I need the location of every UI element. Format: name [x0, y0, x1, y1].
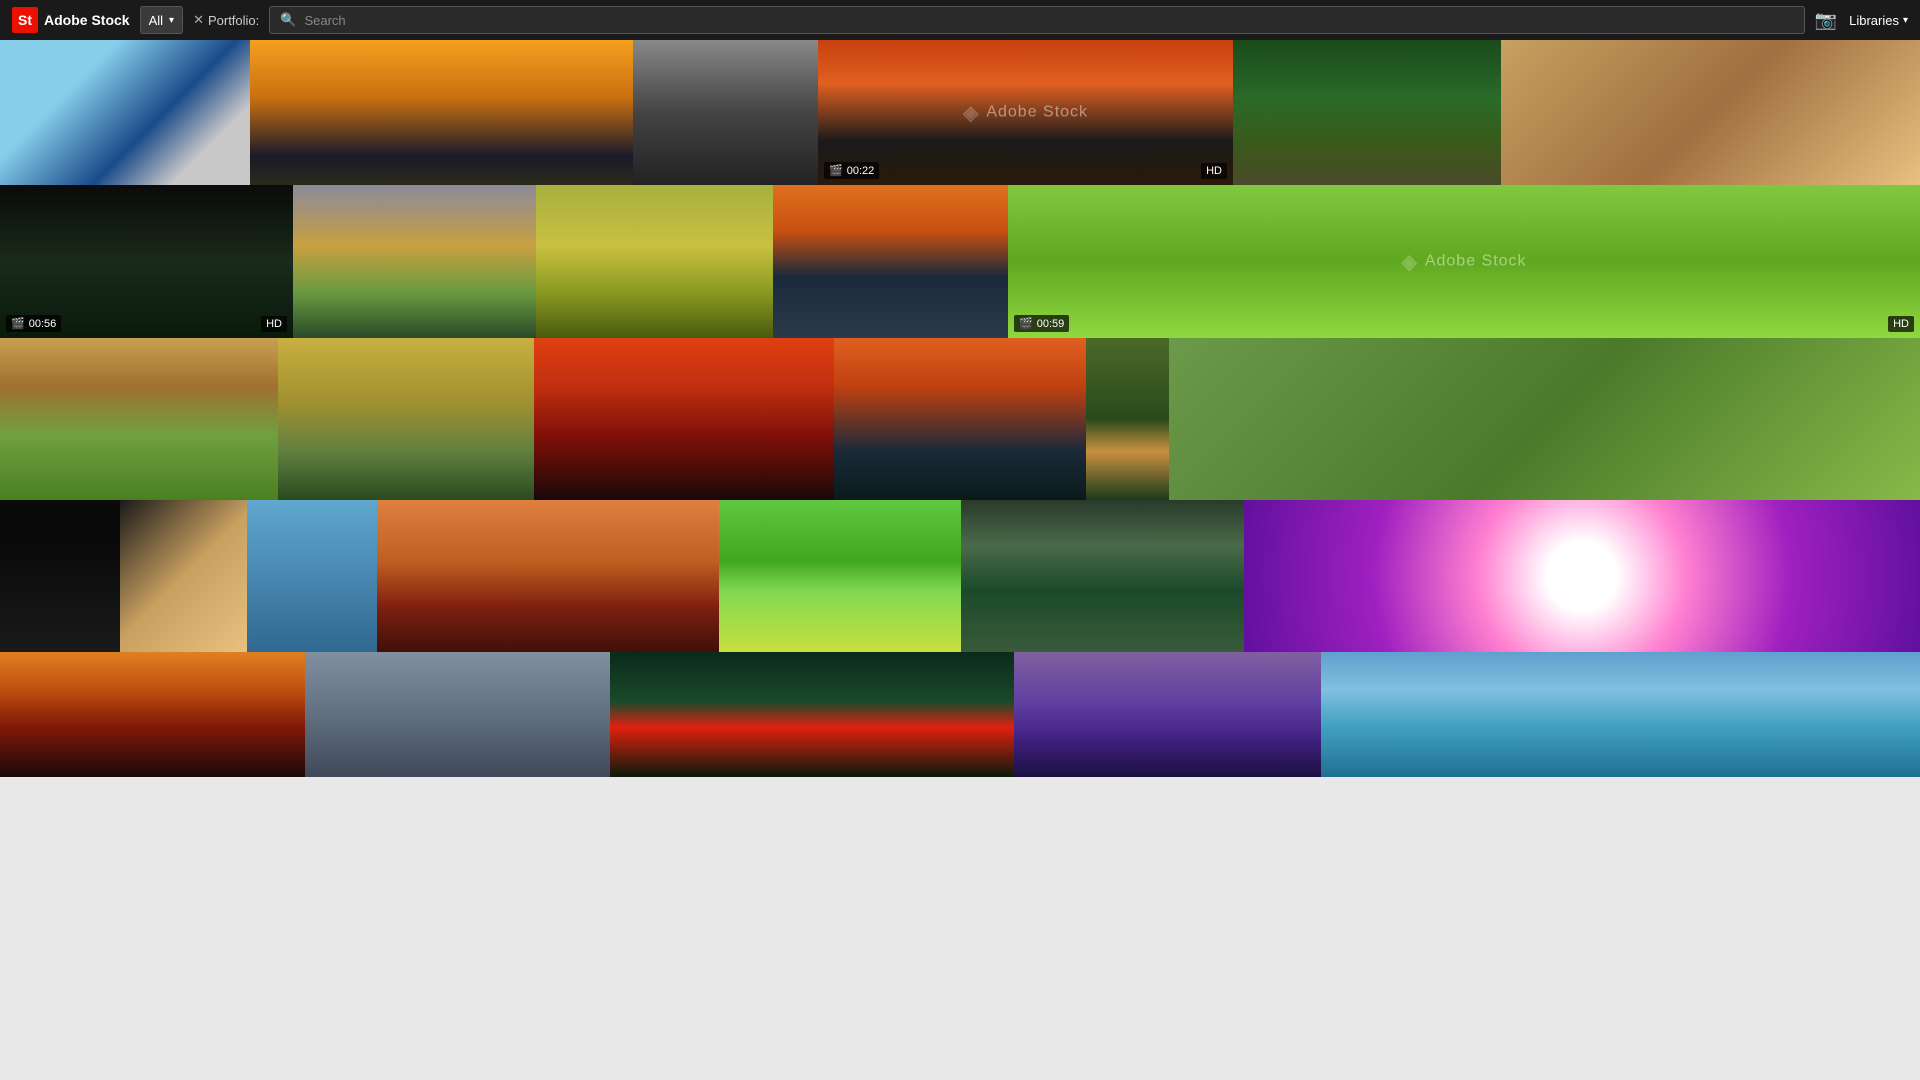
grid-cell-waterfall[interactable] — [961, 500, 1244, 652]
grid-cell-fire-sky[interactable]: ◈Adobe Stock 🎬 00:22 HD — [818, 40, 1233, 185]
libraries-label: Libraries — [1849, 13, 1899, 28]
search-input[interactable] — [304, 13, 1793, 28]
video-time: 00:22 — [847, 165, 875, 177]
grid-row-4 — [0, 652, 1920, 777]
hd-badge: HD — [1201, 163, 1227, 179]
grid-row-2 — [0, 338, 1920, 500]
grid-cell-horse[interactable] — [0, 338, 278, 500]
grid-cell-sunset-water[interactable] — [773, 185, 1008, 338]
adobe-stock-watermark: ◈Adobe Stock — [1401, 249, 1526, 274]
grid-cell-blue-sky-bottom[interactable] — [1321, 652, 1920, 777]
portfolio-close-icon[interactable]: ✕ — [193, 12, 204, 28]
video-camera-icon: 🎬 — [829, 164, 843, 177]
filter-dropdown[interactable]: All ▾ — [140, 6, 183, 34]
camera-icon[interactable]: 📷 — [1815, 10, 1837, 31]
libraries-chevron-icon: ▾ — [1903, 15, 1908, 26]
video-time: 00:56 — [29, 318, 57, 330]
grid-cell-purple-sky-bottom[interactable] — [1014, 652, 1321, 777]
search-icon: 🔍 — [280, 12, 296, 28]
portfolio-label: Portfolio: — [208, 13, 259, 28]
search-bar[interactable]: 🔍 — [269, 6, 1804, 34]
grid-cell-sunset-trees[interactable] — [250, 40, 633, 185]
grid-cell-green-caterpillar[interactable]: ◈Adobe Stock 🎬 00:59 HD — [1008, 185, 1920, 338]
adobe-logo-icon: St — [12, 7, 38, 33]
grid-cell-heron[interactable] — [247, 500, 377, 652]
grid-cell-red-bird[interactable] — [536, 185, 773, 338]
filter-label: All — [149, 13, 163, 28]
grid-cell-shell[interactable] — [120, 500, 247, 652]
image-grid: ◈Adobe Stock🎬00:22HD🎬00:56HD◈Adobe Stock… — [0, 40, 1920, 1080]
app-header: St Adobe Stock All ▾ ✕ Portfolio: 🔍 📷 Li… — [0, 0, 1920, 40]
grid-cell-deer[interactable] — [278, 338, 534, 500]
grid-cell-sunset-marsh[interactable] — [834, 338, 1086, 500]
header-right: 📷 Libraries ▾ — [1815, 10, 1908, 31]
grid-cell-bw-tower[interactable] — [633, 40, 818, 185]
chevron-down-icon: ▾ — [169, 15, 174, 26]
video-duration-badge: 🎬 00:56 — [6, 315, 61, 332]
adobe-stock-watermark: ◈Adobe Stock — [963, 100, 1088, 125]
video-camera-icon: 🎬 — [1019, 317, 1033, 330]
grid-cell-silhouette[interactable] — [534, 338, 834, 500]
grid-cell-fog-sunset[interactable] — [377, 500, 719, 652]
grid-cell-tall-trees1[interactable] — [1086, 338, 1169, 500]
logo-area: St Adobe Stock — [12, 7, 130, 33]
app-title: Adobe Stock — [44, 12, 130, 28]
grid-cell-purple-flower[interactable] — [1244, 500, 1920, 652]
hd-badge: HD — [1888, 316, 1914, 332]
video-duration-badge: 🎬 00:59 — [1014, 315, 1069, 332]
grid-cell-autumn-forest[interactable] — [293, 185, 536, 338]
video-time: 00:59 — [1037, 318, 1065, 330]
grid-row-3 — [0, 500, 1920, 652]
grid-row-0: ◈Adobe Stock 🎬 00:22 HD — [0, 40, 1920, 185]
video-camera-icon: 🎬 — [11, 317, 25, 330]
grid-cell-forest-road[interactable] — [1233, 40, 1501, 185]
grid-cell-snail[interactable] — [0, 500, 120, 652]
grid-cell-dark-video[interactable]: 🎬 00:56 HD — [0, 185, 293, 338]
grid-cell-sunrise-bottom[interactable] — [0, 652, 305, 777]
grid-cell-lake-bottom[interactable] — [305, 652, 610, 777]
grid-cell-crane-bird[interactable] — [1501, 40, 1920, 185]
hd-badge: HD — [261, 316, 287, 332]
video-duration-badge: 🎬 00:22 — [824, 162, 879, 179]
portfolio-tag: ✕ Portfolio: — [193, 12, 259, 28]
grid-cell-ferris-wheel[interactable] — [0, 40, 250, 185]
grid-cell-red-flower-bottom[interactable] — [610, 652, 1014, 777]
grid-row-1: 🎬 00:56 HD ◈Adobe Stock 🎬 00:59 HD — [0, 185, 1920, 338]
libraries-button[interactable]: Libraries ▾ — [1849, 13, 1908, 28]
grid-cell-tall-trees2[interactable] — [1169, 338, 1920, 500]
grid-cell-frog-green[interactable] — [719, 500, 961, 652]
